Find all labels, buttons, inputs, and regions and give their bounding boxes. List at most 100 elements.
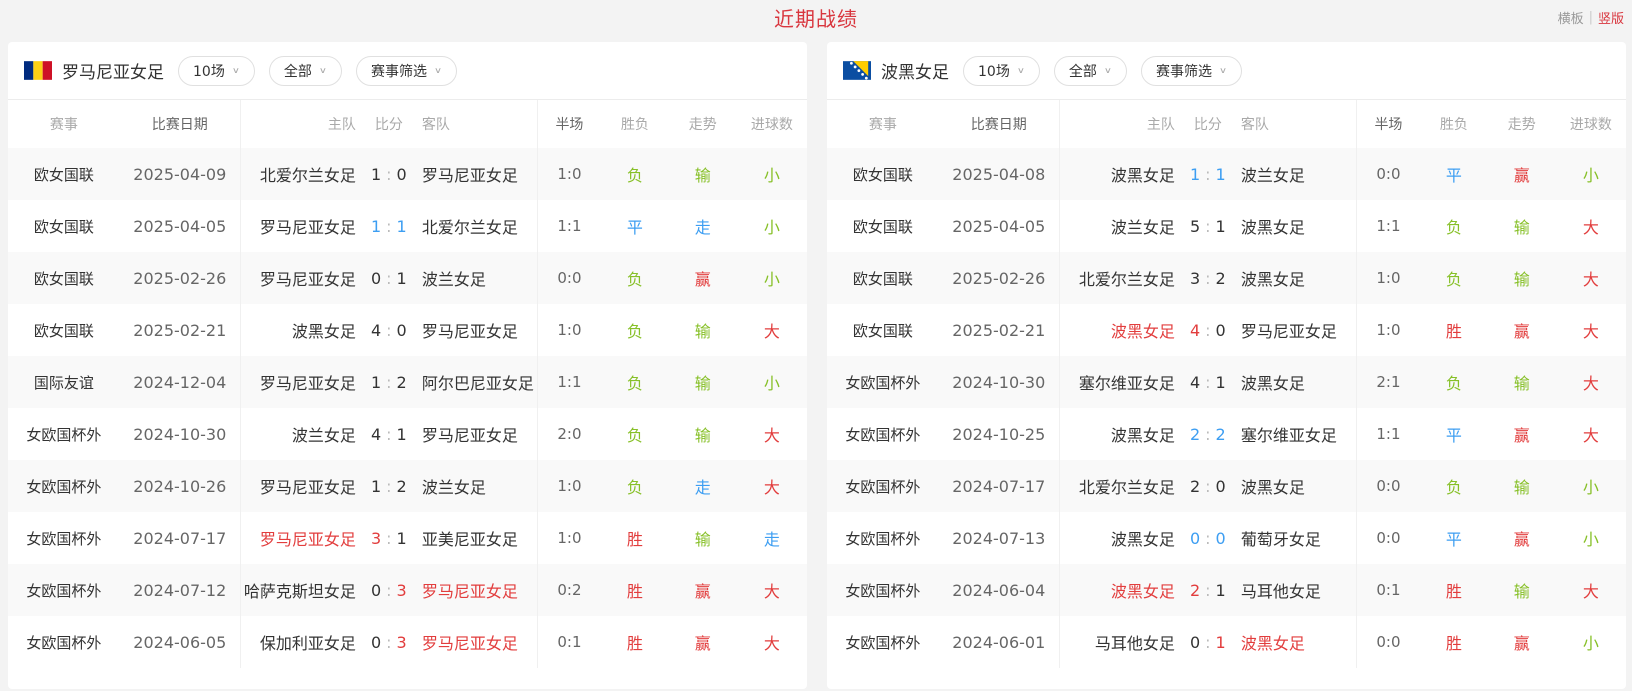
cell-home-team: 保加利亚女足 xyxy=(240,616,356,668)
cell-score: 5:1 xyxy=(1175,200,1241,252)
cell-date: 2024-06-04 xyxy=(939,564,1059,616)
match-row[interactable]: 女欧国杯外2024-10-25波黑女足2:2塞尔维亚女足1:1平赢大 xyxy=(827,408,1626,460)
match-count-dropdown[interactable]: 10场 ∨ xyxy=(178,56,255,86)
cell-league: 女欧国杯外 xyxy=(827,512,939,564)
match-row[interactable]: 欧女国联2025-02-21波黑女足4:0罗马尼亚女足1:0负输大 xyxy=(8,304,807,356)
cell-date: 2025-02-26 xyxy=(120,252,240,304)
cell-away-team: 罗马尼亚女足 xyxy=(422,304,537,356)
cell-halftime: 1:0 xyxy=(537,512,601,564)
match-row[interactable]: 欧女国联2025-02-26罗马尼亚女足0:1波兰女足0:0负赢小 xyxy=(8,252,807,304)
cell-league: 女欧国杯外 xyxy=(827,564,939,616)
cell-away-team: 波黑女足 xyxy=(1241,460,1356,512)
cell-score: 4:1 xyxy=(356,408,422,460)
cell-away-team: 波兰女足 xyxy=(422,252,537,304)
cell-result: 负 xyxy=(601,408,669,460)
match-row[interactable]: 女欧国杯外2024-07-17北爱尔兰女足2:0波黑女足0:0负输小 xyxy=(827,460,1626,512)
match-row[interactable]: 欧女国联2025-02-26北爱尔兰女足3:2波黑女足1:0负输大 xyxy=(827,252,1626,304)
cell-result: 胜 xyxy=(1420,616,1488,668)
match-row[interactable]: 女欧国杯外2024-07-12哈萨克斯坦女足0:3罗马尼亚女足0:2胜赢大 xyxy=(8,564,807,616)
cell-home-team: 罗马尼亚女足 xyxy=(240,460,356,512)
match-row[interactable]: 欧女国联2025-04-08波黑女足1:1波兰女足0:0平赢小 xyxy=(827,148,1626,200)
cell-goals: 小 xyxy=(737,200,807,252)
score-colon: : xyxy=(386,581,391,600)
home-score: 1 xyxy=(1190,165,1200,184)
cell-score: 1:1 xyxy=(1175,148,1241,200)
home-score: 3 xyxy=(1190,269,1200,288)
cell-trend: 赢 xyxy=(1488,512,1556,564)
match-row[interactable]: 女欧国杯外2024-10-30塞尔维亚女足4:1波黑女足2:1负输大 xyxy=(827,356,1626,408)
cell-halftime: 1:0 xyxy=(537,304,601,356)
panel-header: 波黑女足 10场 ∨ 全部 ∨ 赛事筛选 ∨ xyxy=(827,42,1626,100)
away-score: 1 xyxy=(1216,165,1226,184)
cell-goals: 大 xyxy=(737,460,807,512)
score-colon: : xyxy=(386,633,391,652)
cell-result: 平 xyxy=(1420,512,1488,564)
col-header-goals: 进球数 xyxy=(1556,100,1626,148)
home-score: 0 xyxy=(1190,633,1200,652)
away-score: 0 xyxy=(397,321,407,340)
match-row[interactable]: 欧女国联2025-02-21波黑女足4:0罗马尼亚女足1:0胜赢大 xyxy=(827,304,1626,356)
match-row[interactable]: 女欧国杯外2024-06-01马耳他女足0:1波黑女足0:0胜赢小 xyxy=(827,616,1626,668)
cell-result: 负 xyxy=(601,460,669,512)
cell-trend: 赢 xyxy=(669,616,737,668)
cell-league: 女欧国杯外 xyxy=(8,460,120,512)
chevron-down-icon: ∨ xyxy=(232,66,240,76)
away-score: 0 xyxy=(397,165,407,184)
cell-halftime: 1:0 xyxy=(537,148,601,200)
cell-score: 2:2 xyxy=(1175,408,1241,460)
cell-score: 0:1 xyxy=(356,252,422,304)
cell-home-team: 北爱尔兰女足 xyxy=(1059,252,1175,304)
match-row[interactable]: 女欧国杯外2024-06-04波黑女足2:1马耳他女足0:1胜输大 xyxy=(827,564,1626,616)
cell-home-team: 波兰女足 xyxy=(240,408,356,460)
layout-horizontal-link[interactable]: 横板 xyxy=(1558,8,1584,27)
table-header-row: 赛事比赛日期主队比分客队半场胜负走势进球数 xyxy=(827,100,1626,148)
match-row[interactable]: 女欧国杯外2024-10-26罗马尼亚女足1:2波兰女足1:0负走大 xyxy=(8,460,807,512)
cell-result: 胜 xyxy=(601,512,669,564)
match-row[interactable]: 欧女国联2025-04-09北爱尔兰女足1:0罗马尼亚女足1:0负输小 xyxy=(8,148,807,200)
match-row[interactable]: 女欧国杯外2024-07-13波黑女足0:0葡萄牙女足0:0平赢小 xyxy=(827,512,1626,564)
cell-home-team: 罗马尼亚女足 xyxy=(240,512,356,564)
cell-score: 2:0 xyxy=(1175,460,1241,512)
match-row[interactable]: 国际友谊2024-12-04罗马尼亚女足1:2阿尔巴尼亚女足1:1负输小 xyxy=(8,356,807,408)
match-row[interactable]: 欧女国联2025-04-05罗马尼亚女足1:1北爱尔兰女足1:1平走小 xyxy=(8,200,807,252)
layout-vertical-link[interactable]: 竖版 xyxy=(1598,8,1624,27)
results-table-body: 欧女国联2025-04-08波黑女足1:1波兰女足0:0平赢小欧女国联2025-… xyxy=(827,148,1626,689)
scope-dropdown[interactable]: 全部 ∨ xyxy=(269,56,342,86)
home-score: 0 xyxy=(1190,529,1200,548)
match-row[interactable]: 女欧国杯外2024-10-30波兰女足4:1罗马尼亚女足2:0负输大 xyxy=(8,408,807,460)
cell-date: 2025-04-09 xyxy=(120,148,240,200)
cell-score: 1:0 xyxy=(356,148,422,200)
score-colon: : xyxy=(1205,581,1210,600)
toggle-separator: | xyxy=(1589,10,1593,25)
away-score: 2 xyxy=(1216,425,1226,444)
cell-league: 欧女国联 xyxy=(8,252,120,304)
cell-score: 0:1 xyxy=(1175,616,1241,668)
cell-result: 胜 xyxy=(601,616,669,668)
cell-home-team: 波黑女足 xyxy=(1059,304,1175,356)
cell-trend: 输 xyxy=(1488,564,1556,616)
cell-home-team: 罗马尼亚女足 xyxy=(240,200,356,252)
away-score: 1 xyxy=(1216,581,1226,600)
cell-result: 负 xyxy=(601,148,669,200)
score-colon: : xyxy=(386,425,391,444)
cell-halftime: 0:1 xyxy=(537,616,601,668)
event-filter-dropdown[interactable]: 赛事筛选 ∨ xyxy=(356,56,457,86)
scope-dropdown[interactable]: 全部 ∨ xyxy=(1054,56,1127,86)
cell-goals: 小 xyxy=(737,252,807,304)
cell-trend: 赢 xyxy=(1488,148,1556,200)
match-count-dropdown[interactable]: 10场 ∨ xyxy=(963,56,1040,86)
match-count-value: 10场 xyxy=(193,61,225,81)
match-row[interactable]: 欧女国联2025-04-05波兰女足5:1波黑女足1:1负输大 xyxy=(827,200,1626,252)
event-filter-dropdown[interactable]: 赛事筛选 ∨ xyxy=(1141,56,1242,86)
col-header-away: 客队 xyxy=(422,100,537,148)
score-colon: : xyxy=(386,373,391,392)
results-table-body: 欧女国联2025-04-09北爱尔兰女足1:0罗马尼亚女足1:0负输小欧女国联2… xyxy=(8,148,807,689)
cell-goals: 大 xyxy=(1556,564,1626,616)
match-row[interactable]: 女欧国杯外2024-07-17罗马尼亚女足3:1亚美尼亚女足1:0胜输走 xyxy=(8,512,807,564)
match-row[interactable]: 女欧国杯外2024-06-05保加利亚女足0:3罗马尼亚女足0:1胜赢大 xyxy=(8,616,807,668)
home-score: 1 xyxy=(371,477,381,496)
home-score: 0 xyxy=(371,581,381,600)
cell-result: 平 xyxy=(1420,408,1488,460)
cell-away-team: 波兰女足 xyxy=(1241,148,1356,200)
cell-away-team: 亚美尼亚女足 xyxy=(422,512,537,564)
